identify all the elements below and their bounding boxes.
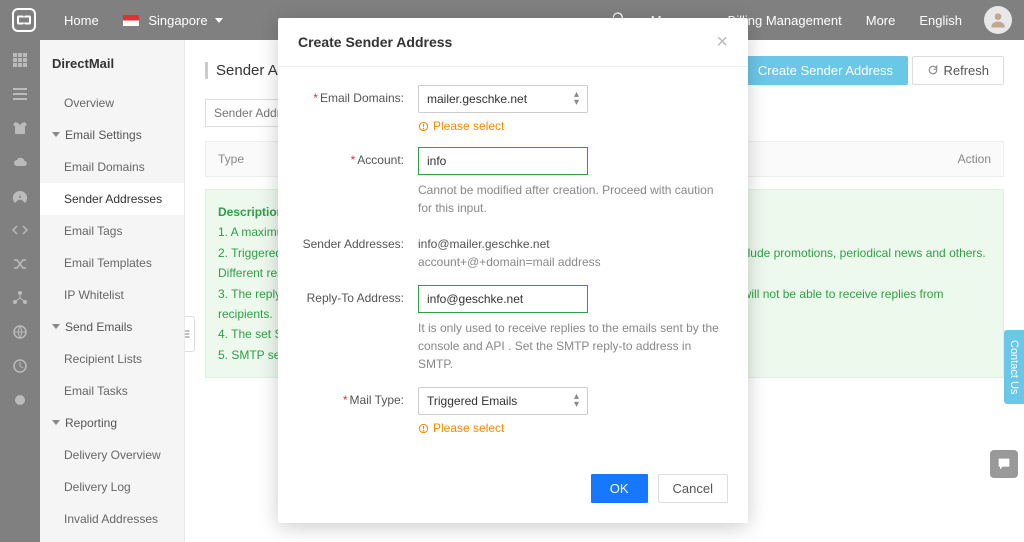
account-input[interactable]	[418, 147, 588, 175]
label-mail-type: *Mail Type:	[298, 387, 418, 435]
label-reply-to: Reply-To Address:	[298, 285, 418, 373]
label-account: *Account:	[298, 147, 418, 217]
mail-type-value: Triggered Emails	[427, 394, 517, 408]
email-domains-value: mailer.geschke.net	[427, 92, 527, 106]
ok-button[interactable]: OK	[591, 474, 648, 503]
mail-type-select[interactable]: Triggered Emails ▴▾	[418, 387, 588, 415]
reply-to-hint: It is only used to receive replies to th…	[418, 319, 728, 373]
sender-address-formula: account+@+domain=mail address	[418, 253, 728, 271]
select-arrows-icon: ▴▾	[574, 393, 579, 409]
warning-icon	[418, 423, 429, 434]
email-domains-select[interactable]: mailer.geschke.net ▴▾	[418, 85, 588, 113]
select-arrows-icon: ▴▾	[574, 91, 579, 107]
reply-to-input[interactable]	[418, 285, 588, 313]
email-domains-warning: Please select	[418, 119, 728, 133]
modal-overlay: Create Sender Address × *Email Domains: …	[0, 0, 1024, 542]
sender-address-value: info@mailer.geschke.net	[418, 231, 728, 251]
label-email-domains: *Email Domains:	[298, 85, 418, 133]
close-icon[interactable]: ×	[716, 32, 728, 52]
cancel-button[interactable]: Cancel	[658, 474, 728, 503]
warning-icon	[418, 121, 429, 132]
modal-title: Create Sender Address	[298, 34, 452, 50]
create-sender-address-modal: Create Sender Address × *Email Domains: …	[278, 18, 748, 523]
account-hint: Cannot be modified after creation. Proce…	[418, 181, 728, 217]
mail-type-warning: Please select	[418, 421, 728, 435]
label-sender-addresses: Sender Addresses:	[298, 231, 418, 271]
